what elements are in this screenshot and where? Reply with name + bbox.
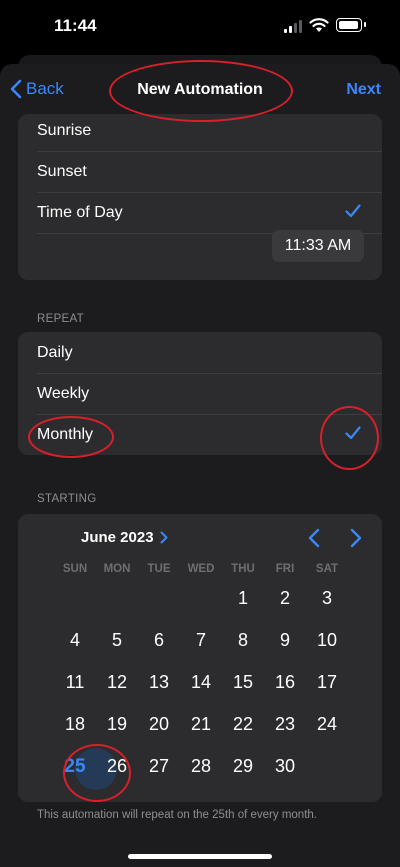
weekday-label: MON (103, 563, 131, 575)
calendar-day[interactable]: 16 (264, 672, 306, 693)
calendar-day[interactable]: 27 (138, 756, 180, 777)
calendar-day[interactable]: 12 (96, 672, 138, 693)
calendar-day[interactable]: 6 (138, 630, 180, 651)
weekday-label: TUE (147, 563, 171, 575)
weekday-label: SAT (315, 563, 339, 575)
checkmark-icon (345, 426, 361, 440)
calendar-day-selected[interactable]: 25 (54, 756, 96, 778)
home-indicator[interactable] (128, 854, 272, 859)
option-label: Monthly (37, 425, 94, 443)
repeat-daily[interactable]: Daily (37, 332, 382, 373)
calendar-day[interactable]: 28 (180, 756, 222, 777)
calendar-day[interactable]: 15 (222, 672, 264, 693)
status-time: 11:44 (54, 16, 97, 35)
calendar-day[interactable]: 17 (306, 672, 348, 693)
previous-month-button[interactable] (307, 528, 321, 548)
navigation-bar: Back New Automation Next (0, 64, 400, 116)
next-button[interactable]: Next (346, 81, 381, 99)
wifi-icon (309, 18, 329, 32)
option-label: Sunset (37, 162, 87, 180)
option-label: Sunrise (37, 121, 92, 139)
calendar-day[interactable]: 26 (96, 756, 138, 777)
calendar-day[interactable]: 30 (264, 756, 306, 777)
calendar-day[interactable]: 7 (180, 630, 222, 651)
screen: 11:44 Back New Automation Next Sunrise S… (0, 0, 400, 867)
repeat-monthly[interactable]: Monthly (37, 414, 382, 455)
time-picker-button[interactable]: 11:33 AM (272, 230, 364, 262)
calendar-day[interactable]: 22 (222, 714, 264, 735)
option-label: Time of Day (37, 203, 123, 221)
chevron-right-icon (160, 531, 168, 544)
calendar-day[interactable]: 11 (54, 672, 96, 693)
calendar-day[interactable]: 20 (138, 714, 180, 735)
option-sunset[interactable]: Sunset (37, 151, 382, 192)
calendar-picker: June 2023 SUN MON TUE WED THU FRI SAT 1 2 3 4 5 6 7 8 9… (18, 514, 382, 802)
repeat-weekly[interactable]: Weekly (37, 373, 382, 414)
option-label: Daily (37, 343, 73, 361)
calendar-day[interactable]: 9 (264, 630, 306, 651)
month-label: June 2023 (81, 529, 154, 546)
checkmark-icon (345, 204, 361, 218)
calendar-day[interactable]: 3 (306, 588, 348, 609)
battery-icon (336, 18, 366, 32)
repeat-group: Daily Weekly Monthly (18, 332, 382, 455)
calendar-day[interactable]: 24 (306, 714, 348, 735)
repeat-section-header: REPEAT (37, 313, 84, 325)
calendar-day[interactable]: 1 (222, 588, 264, 609)
weekday-label: WED (187, 563, 215, 575)
option-label: Weekly (37, 384, 90, 402)
calendar-day[interactable]: 5 (96, 630, 138, 651)
option-sunrise[interactable]: Sunrise (37, 114, 382, 151)
weekday-label: FRI (275, 563, 295, 575)
starting-section-header: STARTING (37, 493, 97, 505)
calendar-day[interactable]: 8 (222, 630, 264, 651)
calendar-day[interactable]: 10 (306, 630, 348, 651)
cellular-signal-icon (284, 20, 304, 33)
status-bar: 11:44 (0, 0, 400, 54)
month-year-selector[interactable]: June 2023 (81, 529, 168, 546)
option-time-of-day[interactable]: Time of Day (37, 192, 382, 233)
calendar-day[interactable]: 18 (54, 714, 96, 735)
calendar-day[interactable]: 4 (54, 630, 96, 651)
calendar-day[interactable]: 13 (138, 672, 180, 693)
calendar-day[interactable]: 2 (264, 588, 306, 609)
next-month-button[interactable] (349, 528, 363, 548)
footnote: This automation will repeat on the 25th … (37, 809, 317, 821)
calendar-day[interactable]: 19 (96, 714, 138, 735)
page-title: New Automation (137, 81, 263, 98)
weekday-label: SUN (62, 563, 88, 575)
calendar-day[interactable]: 14 (180, 672, 222, 693)
calendar-day[interactable]: 23 (264, 714, 306, 735)
calendar-day[interactable]: 29 (222, 756, 264, 777)
weekday-label: THU (231, 563, 255, 575)
time-options-group: Sunrise Sunset Time of Day 11:33 AM (18, 114, 382, 280)
calendar-day[interactable]: 21 (180, 714, 222, 735)
